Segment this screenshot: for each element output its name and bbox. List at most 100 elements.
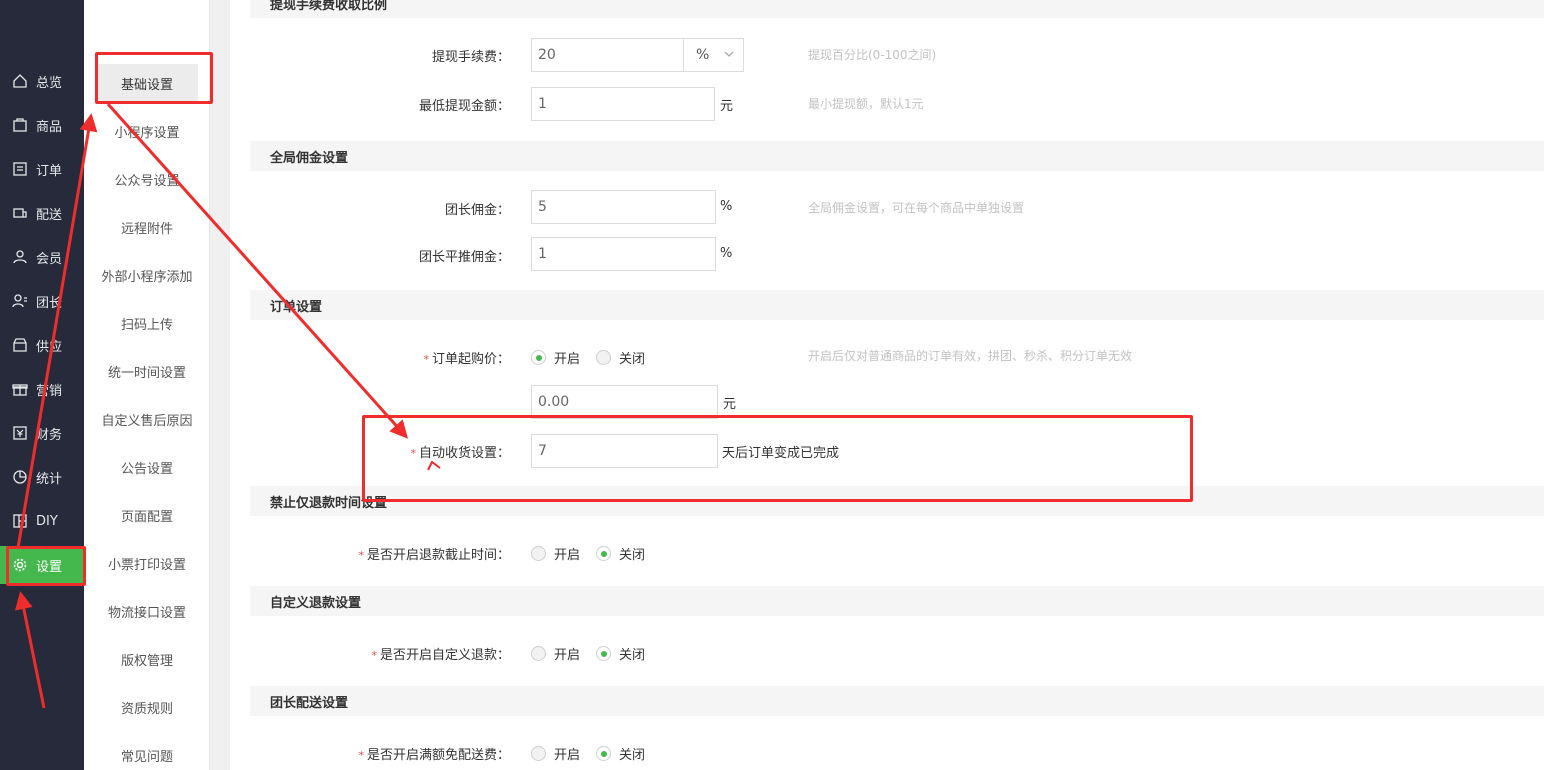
- chevron-down-icon: [723, 48, 735, 64]
- subnav-item-basic-settings[interactable]: 基础设置: [96, 64, 198, 102]
- leader-push-commission-input[interactable]: 1: [531, 237, 716, 271]
- subnav-item-announcement[interactable]: 公告设置: [84, 448, 210, 486]
- withdraw-fee-label: 提现手续费：: [431, 50, 510, 65]
- leader-push-commission-unit: %: [720, 246, 733, 261]
- section-header-order: 订单设置: [250, 290, 1544, 320]
- order-min-buy-amount-input[interactable]: 0.00: [531, 385, 718, 419]
- subnav-item-qualification[interactable]: 资质规则: [84, 688, 210, 726]
- auto-receive-label: * 自动收货设置：: [410, 446, 510, 461]
- nav-label: 供应: [36, 339, 63, 355]
- goods-icon: [12, 117, 28, 133]
- leader-commission-unit: %: [720, 199, 733, 214]
- section-header-custom-refund: 自定义退款设置: [250, 586, 1544, 616]
- nav-item-statistics[interactable]: 统计: [0, 458, 84, 496]
- subnav-item-page-config[interactable]: 页面配置: [84, 496, 210, 534]
- radio-circle: [596, 546, 611, 561]
- order-min-buy-on-radio[interactable]: 开启: [531, 348, 580, 367]
- nav-label: 财务: [36, 427, 63, 443]
- subnav-item-receipt-print[interactable]: 小票打印设置: [84, 544, 210, 582]
- subnav-item-official-account[interactable]: 公众号设置: [84, 160, 210, 198]
- nav-label: 配送: [36, 207, 63, 223]
- subnav-item-faq[interactable]: 常见问题: [84, 736, 210, 770]
- radio-circle: [531, 350, 546, 365]
- nav-label: 商品: [36, 119, 63, 135]
- order-min-buy-label: * 订单起购价：: [423, 352, 510, 367]
- free-delivery-on-radio[interactable]: 开启: [531, 744, 580, 763]
- home-icon: [12, 73, 28, 89]
- pie-chart-icon: [12, 469, 28, 485]
- nav-label: 营销: [36, 383, 63, 399]
- nav-label: 统计: [36, 471, 63, 487]
- refund-deadline-on-radio[interactable]: 开启: [531, 544, 580, 563]
- subnav-item-external-miniprogram[interactable]: 外部小程序添加: [84, 256, 210, 294]
- subnav-item-logistics-api[interactable]: 物流接口设置: [84, 592, 210, 630]
- order-min-buy-unit: 元: [723, 397, 737, 412]
- nav-item-group-leader[interactable]: 团长: [0, 282, 84, 320]
- order-min-buy-hint: 开启后仅对普通商品的订单有效，拼团、秒杀、积分订单无效: [808, 349, 1133, 363]
- custom-refund-label: * 是否开启自定义退款：: [371, 648, 510, 663]
- refund-deadline-off-radio[interactable]: 关闭: [596, 544, 645, 563]
- subnav-item-scan-upload[interactable]: 扫码上传: [84, 304, 210, 342]
- diy-icon: [12, 513, 28, 529]
- withdraw-fee-unit-select[interactable]: %: [683, 38, 744, 72]
- free-delivery-off-radio[interactable]: 关闭: [596, 744, 645, 763]
- section-header-commission: 全局佣金设置: [250, 141, 1544, 171]
- min-withdraw-label: 最低提现金额：: [418, 99, 510, 114]
- refund-deadline-label: * 是否开启退款截止时间：: [358, 548, 510, 563]
- settings-subnav: 基础设置 小程序设置 公众号设置 远程附件 外部小程序添加 扫码上传 统一时间设…: [84, 0, 210, 770]
- section-header-refund-deadline: 禁止仅退款时间设置: [250, 486, 1544, 516]
- nav-label: DIY: [36, 513, 58, 529]
- required-asterisk: *: [358, 749, 364, 762]
- subnav-item-copyright[interactable]: 版权管理: [84, 640, 210, 678]
- required-asterisk: *: [371, 649, 377, 662]
- auto-receive-unit: 天后订单变成已完成: [722, 446, 840, 461]
- nav-item-order[interactable]: 订单: [0, 150, 84, 188]
- nav-item-delivery[interactable]: 配送: [0, 194, 84, 232]
- radio-circle: [531, 646, 546, 661]
- withdraw-fee-input[interactable]: 20: [531, 38, 684, 72]
- gear-icon: [12, 557, 28, 573]
- subnav-item-remote-attachment[interactable]: 远程附件: [84, 208, 210, 246]
- required-asterisk: *: [423, 353, 429, 366]
- radio-circle: [596, 350, 611, 365]
- auto-receive-days-input[interactable]: 7: [531, 434, 718, 468]
- settings-form: 提现手续费收取比例 提现手续费： 20 % 提现百分比(0-100之间) 最低提…: [230, 0, 1544, 770]
- custom-refund-on-radio[interactable]: 开启: [531, 644, 580, 663]
- nav-label: 订单: [36, 163, 63, 179]
- nav-item-settings[interactable]: 设置: [0, 546, 84, 584]
- free-delivery-label: * 是否开启满额免配送费：: [358, 748, 510, 763]
- required-asterisk: *: [410, 447, 416, 460]
- section-header-withdraw-fee: 提现手续费收取比例: [250, 0, 1544, 18]
- nav-item-marketing[interactable]: 营销: [0, 370, 84, 408]
- order-min-buy-off-radio[interactable]: 关闭: [596, 348, 645, 367]
- delivery-icon: [12, 205, 28, 221]
- radio-circle: [531, 546, 546, 561]
- min-withdraw-unit: 元: [720, 99, 734, 114]
- select-value: %: [696, 47, 710, 63]
- nav-label: 团长: [36, 295, 63, 311]
- nav-item-overview[interactable]: 总览: [0, 62, 84, 100]
- order-icon: [12, 161, 28, 177]
- subnav-item-aftersale-reasons[interactable]: 自定义售后原因: [84, 400, 210, 438]
- group-leader-icon: [12, 293, 28, 309]
- main-sidebar: 总览 商品 订单 配送 会员 团长 供应 营销 财务 统计 DIY 设置: [0, 0, 84, 770]
- nav-label: 设置: [36, 559, 63, 575]
- nav-item-member[interactable]: 会员: [0, 238, 84, 276]
- nav-item-supply[interactable]: 供应: [0, 326, 84, 364]
- required-asterisk: *: [358, 549, 364, 562]
- finance-icon: [12, 425, 28, 441]
- min-withdraw-input[interactable]: 1: [531, 87, 715, 121]
- nav-item-goods[interactable]: 商品: [0, 106, 84, 144]
- radio-circle: [596, 746, 611, 761]
- user-icon: [12, 249, 28, 265]
- nav-item-diy[interactable]: DIY: [0, 502, 84, 540]
- commission-hint: 全局佣金设置，可在每个商品中单独设置: [808, 201, 1025, 215]
- leader-commission-input[interactable]: 5: [531, 190, 716, 224]
- subnav-item-unified-time[interactable]: 统一时间设置: [84, 352, 210, 390]
- radio-circle: [531, 746, 546, 761]
- nav-item-finance[interactable]: 财务: [0, 414, 84, 452]
- section-header-leader-delivery: 团长配送设置: [250, 686, 1544, 716]
- custom-refund-off-radio[interactable]: 关闭: [596, 644, 645, 663]
- withdraw-fee-hint: 提现百分比(0-100之间): [808, 48, 937, 62]
- subnav-item-miniprogram[interactable]: 小程序设置: [84, 112, 210, 150]
